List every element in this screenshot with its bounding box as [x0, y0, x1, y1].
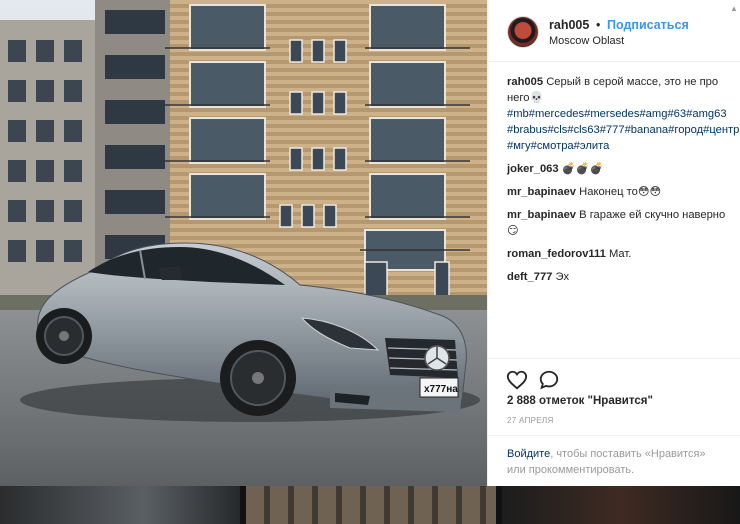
post-location[interactable]: Moscow Oblast [549, 35, 624, 47]
car-photo-illustration: х777на [0, 0, 487, 486]
heart-icon[interactable] [506, 369, 528, 391]
licence-plate-text: х777на [424, 384, 458, 395]
comment-username[interactable]: deft_777 [507, 271, 552, 283]
comment-text: Эх [555, 271, 570, 283]
hashtag-link[interactable]: #cls [547, 124, 567, 136]
hashtag-link[interactable]: #amg63 [686, 108, 726, 120]
post-date: 27 АПРЕЛЯ [507, 416, 554, 425]
rear-wheel [36, 308, 92, 364]
hashtag-link[interactable]: #amg [639, 108, 667, 120]
comment-username[interactable]: mr_bapinaev [507, 186, 576, 198]
comment-item: mr_bapinaev Наконец то😳😳 [507, 184, 735, 200]
post-header: rah005 • Подписаться Moscow Oblast [488, 0, 740, 62]
caption-hashtags: #mb#mercedes#mersedes#amg#63#amg63 #brab… [507, 108, 739, 152]
post-photo[interactable]: х777на [0, 0, 487, 486]
separator-dot: • [596, 18, 601, 32]
comment-text: Мат. [608, 248, 632, 260]
hashtag-link[interactable]: #мгу [507, 140, 531, 152]
hashtag-link[interactable]: #banana [625, 124, 669, 136]
hashtag-link[interactable]: #cls63 [567, 124, 599, 136]
comments-list: rah005 Серый в серой массе, это не про н… [507, 74, 739, 292]
hashtag-link[interactable]: #центр [703, 124, 739, 136]
comment-username[interactable]: joker_063 [507, 163, 559, 175]
avatar[interactable] [507, 16, 539, 48]
comment-username[interactable]: roman_fedorov111 [507, 248, 606, 260]
caption: rah005 Серый в серой массе, это не про н… [507, 74, 739, 154]
hashtag-link[interactable]: #mercedes [529, 108, 584, 120]
login-prompt: Войдите, чтобы поставить «Нравится» или … [488, 435, 740, 478]
hashtag-link[interactable]: #mersedes [584, 108, 639, 120]
login-link[interactable]: Войдите [507, 448, 550, 460]
hashtag-link[interactable]: #brabus [507, 124, 547, 136]
comment-text: Наконец то😳😳 [579, 186, 662, 198]
comment-icon[interactable] [538, 369, 560, 391]
hashtag-link[interactable]: #777 [600, 124, 625, 136]
thumbnail[interactable] [502, 486, 740, 524]
comment-text: 💣💣💣 [561, 163, 604, 175]
hashtag-link[interactable]: #смотра [531, 140, 574, 152]
post-side-panel: ▲ rah005 • Подписаться Moscow Oblast rah… [487, 0, 740, 486]
caption-username[interactable]: rah005 [507, 76, 543, 88]
comment-item: roman_fedorov111 Мат. [507, 246, 735, 262]
hashtag-link[interactable]: #город [668, 124, 703, 136]
comment-username[interactable]: mr_bapinaev [507, 209, 576, 221]
front-wheel [220, 340, 296, 416]
comment-item: deft_777 Эх [507, 269, 735, 285]
hashtag-link[interactable]: #элита [574, 140, 610, 152]
hashtag-link[interactable]: #63 [667, 108, 686, 120]
post-actions: 2 888 отметок "Нравится" 27 АПРЕЛЯ Войди… [488, 358, 740, 486]
comment-item: mr_bapinaev В гараже ей скучно наверно😏 [507, 207, 735, 239]
follow-button[interactable]: Подписаться [607, 18, 689, 32]
thumbnail[interactable] [0, 486, 240, 524]
related-thumbnails-strip [0, 486, 740, 524]
thumbnail[interactable] [246, 486, 496, 524]
post-username[interactable]: rah005 [549, 18, 589, 32]
comment-item: joker_063 💣💣💣 [507, 161, 735, 177]
hashtag-link[interactable]: #mb [507, 108, 529, 120]
likes-count[interactable]: 2 888 отметок "Нравится" [507, 395, 653, 407]
